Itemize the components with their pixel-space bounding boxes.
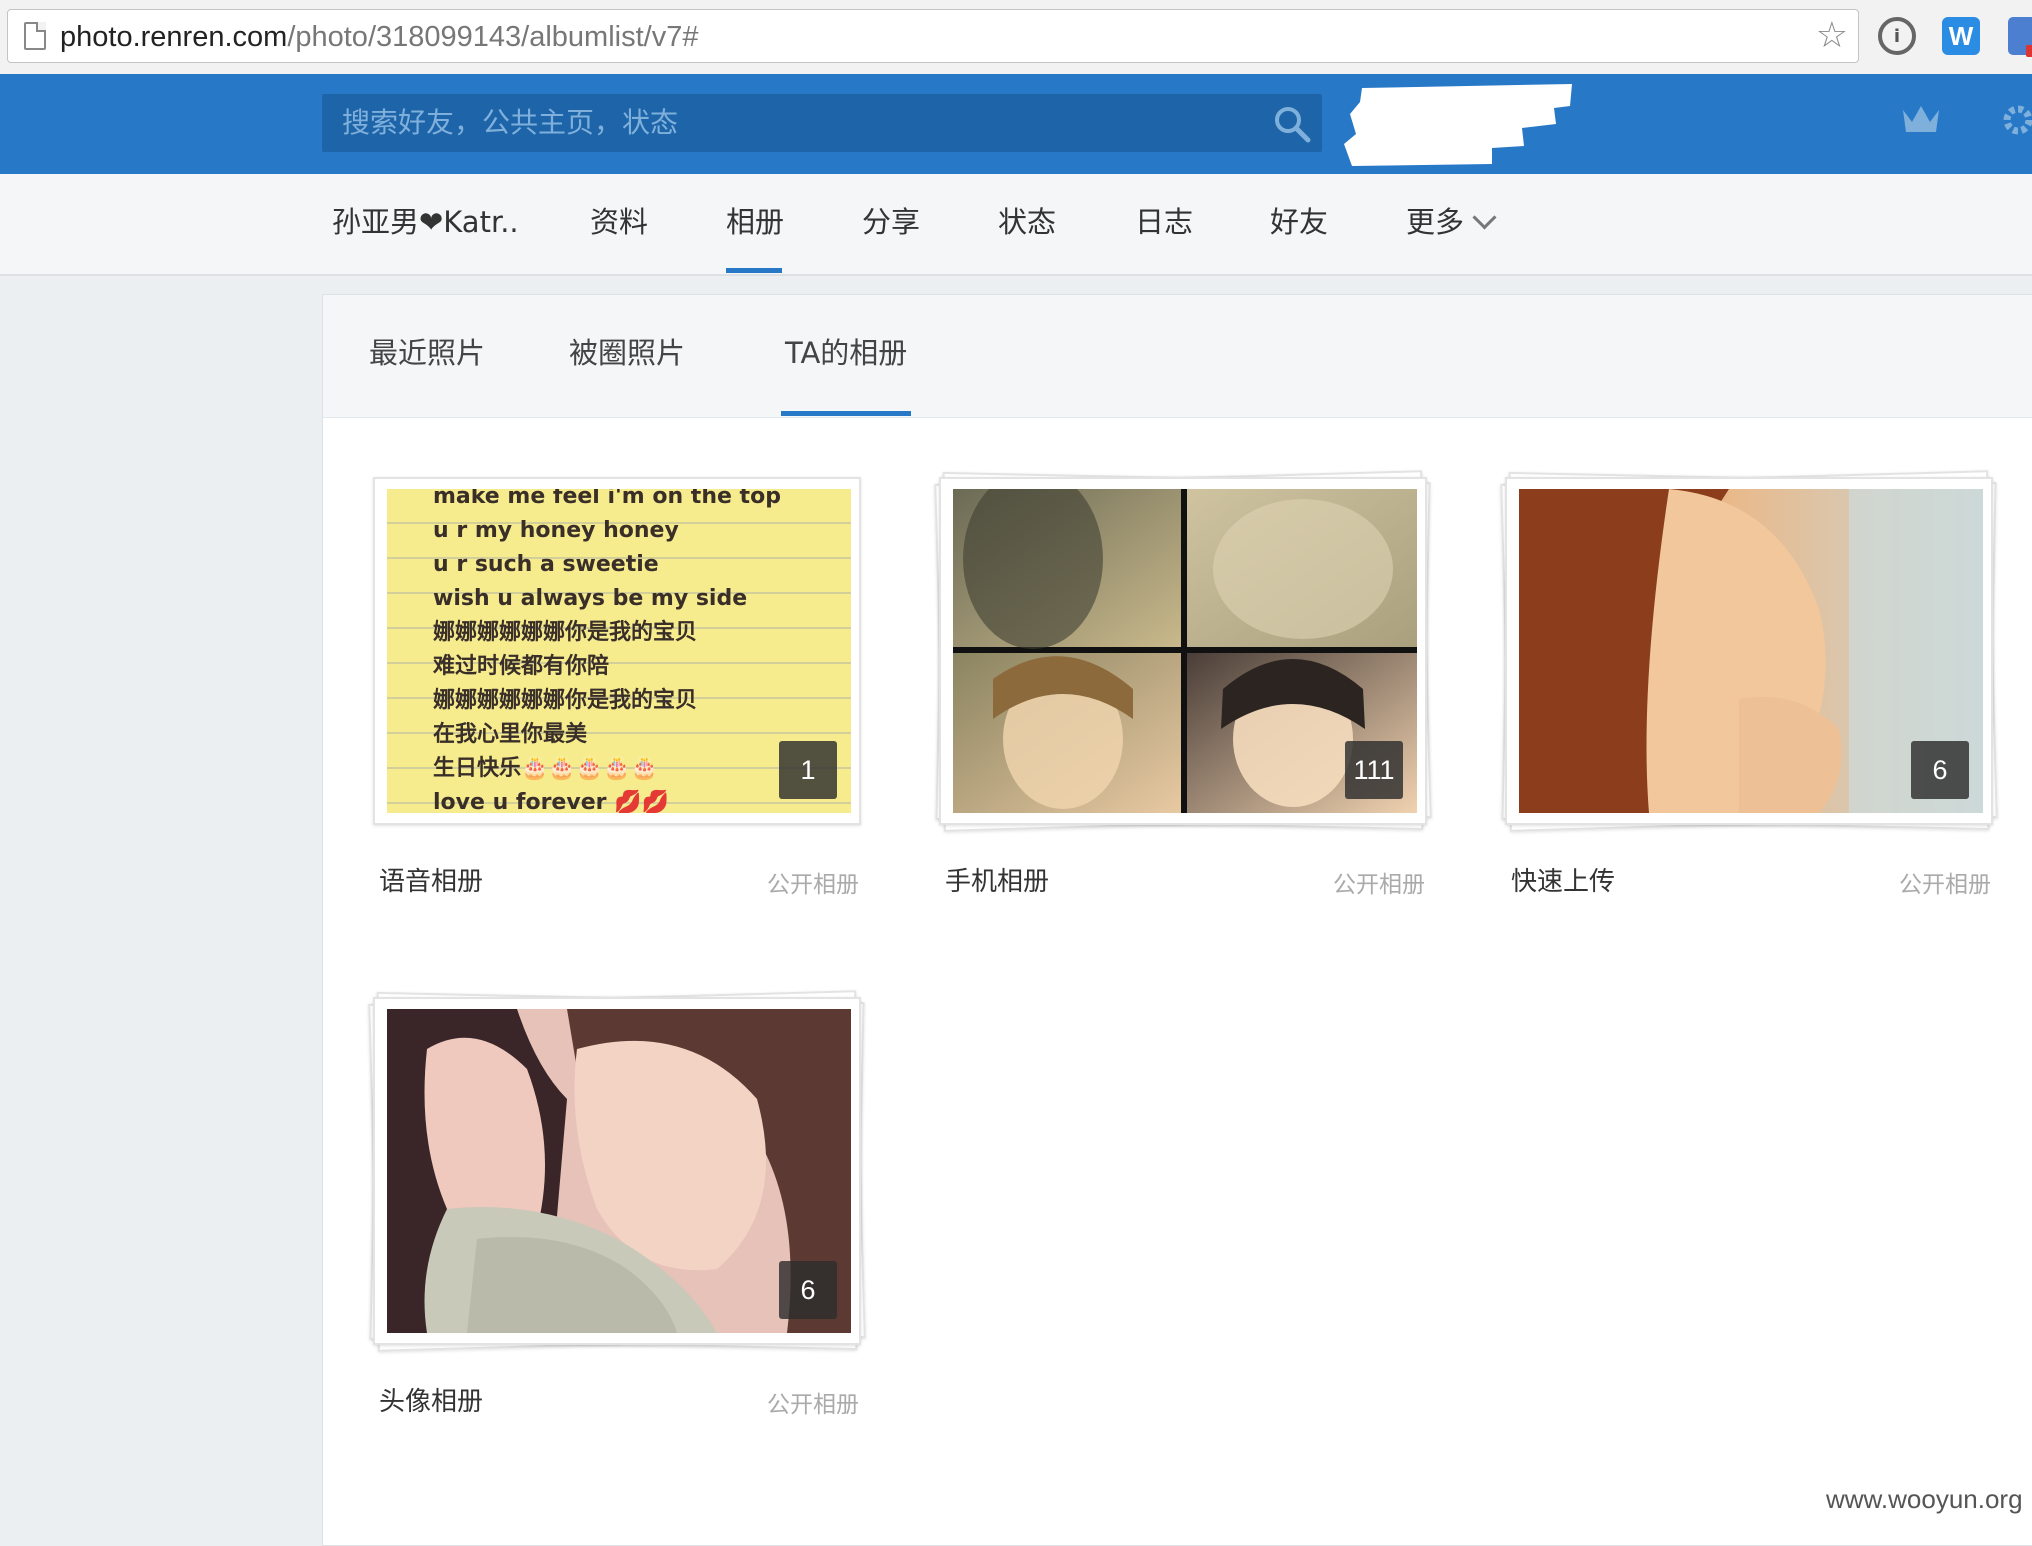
watermark: www.wooyun.org [1826,1484,2023,1514]
cover-text-line: 难过时候都有你陪 [433,654,610,679]
album-privacy: 公开相册 [767,872,859,898]
nav-tab-more[interactable]: 更多 [1406,204,1497,240]
profile-nav: 孙亚男❤Katr.. 资料 相册 分享 状态 日志 好友 更多 [0,174,2032,276]
cover-text-line: u r my honey honey [433,518,679,543]
cover-text-line: 娜娜娜娜娜娜你是我的宝贝 [433,688,698,713]
nav-tab-share[interactable]: 分享 [862,204,920,240]
nav-tab-albums[interactable]: 相册 [726,204,784,240]
photo-count-badge: 1 [779,741,837,799]
cover-text-line: 娜娜娜娜娜娜你是我的宝贝 [433,620,698,645]
nav-tab-status[interactable]: 状态 [998,204,1056,240]
search-input[interactable]: 搜索好友，公共主页，状态 [342,106,678,140]
url-path: /photo/318099143/albumlist/v7# [287,21,699,53]
album-privacy: 公开相册 [1333,872,1425,898]
url-host: photo.renren.com [60,21,288,53]
album-privacy: 公开相册 [1899,872,1991,898]
album-cover-frame: 111 [939,477,1427,825]
album-cover-frame: make me feel i'm on the top u r my honey… [373,477,861,825]
address-bar[interactable]: photo.renren.com/photo/318099143/albumli… [7,9,1859,63]
chevron-down-icon [1472,205,1497,230]
album-name[interactable]: 手机相册 [945,861,1049,898]
cover-text-line: make me feel i'm on the top [433,489,781,509]
album-name[interactable]: 快速上传 [1511,861,1615,898]
cover-text-line: 在我心里你最美 [433,722,588,747]
tab-albums[interactable]: TA的相册 [785,335,907,371]
album-cover-image[interactable]: 6 [387,1009,851,1333]
photo-count-badge: 6 [1911,741,1969,799]
album-cover-image[interactable]: make me feel i'm on the top u r my honey… [387,489,851,813]
tab-tagged-photos[interactable]: 被圈照片 [569,335,685,371]
cover-text-line: u r such a sweetie [433,552,659,577]
photo-count-badge: 6 [779,1261,837,1319]
album-privacy: 公开相册 [767,1392,859,1418]
nav-more-label: 更多 [1406,205,1465,239]
photo-tabs: 最近照片 被圈照片 TA的相册 [323,295,2032,418]
nav-tab-friends[interactable]: 好友 [1270,204,1328,240]
cover-text-line: love u forever 💋💋 [433,790,669,814]
photo-count-badge: 111 [1345,741,1403,799]
album-cover-image[interactable]: 6 [1519,489,1983,813]
search-bar[interactable]: 搜索好友，公共主页，状态 [322,94,1322,152]
extension-icon[interactable] [2008,17,2032,57]
tab-active-indicator [781,411,911,416]
nav-active-indicator [726,268,782,273]
search-icon[interactable] [1272,104,1312,144]
cover-text-line: 生日快乐🎂🎂🎂🎂🎂 [433,756,658,781]
tab-recent-photos[interactable]: 最近照片 [369,335,485,371]
extension-w-icon[interactable]: W [1942,17,1980,55]
browser-toolbar: photo.renren.com/photo/318099143/albumli… [0,0,2032,75]
album-cover-frame: 6 [1505,477,1993,825]
url-text[interactable]: photo.renren.com/photo/318099143/albumli… [60,21,698,53]
site-header: 搜索好友，公共主页，状态 [0,74,2032,174]
album-name[interactable]: 语音相册 [379,861,483,898]
crown-icon[interactable] [1900,102,1942,138]
password-manager-icon[interactable]: i [1878,17,1916,55]
nav-profile-name[interactable]: 孙亚男❤Katr.. [332,204,519,240]
album-name[interactable]: 头像相册 [379,1381,483,1418]
cover-text-line: wish u always be my side [433,586,748,611]
album-cover-image[interactable]: 111 [953,489,1417,813]
album-cover-frame: 6 [373,997,861,1345]
nav-tab-blog[interactable]: 日志 [1135,204,1193,240]
page-icon [24,22,46,50]
redacted-username [1344,84,1572,166]
bookmark-star-icon[interactable]: ☆ [1816,18,1848,54]
nav-tab-info[interactable]: 资料 [590,204,648,240]
album-panel: 最近照片 被圈照片 TA的相册 make me feel i'm on the … [322,294,2032,1546]
gear-icon[interactable] [1998,100,2032,140]
